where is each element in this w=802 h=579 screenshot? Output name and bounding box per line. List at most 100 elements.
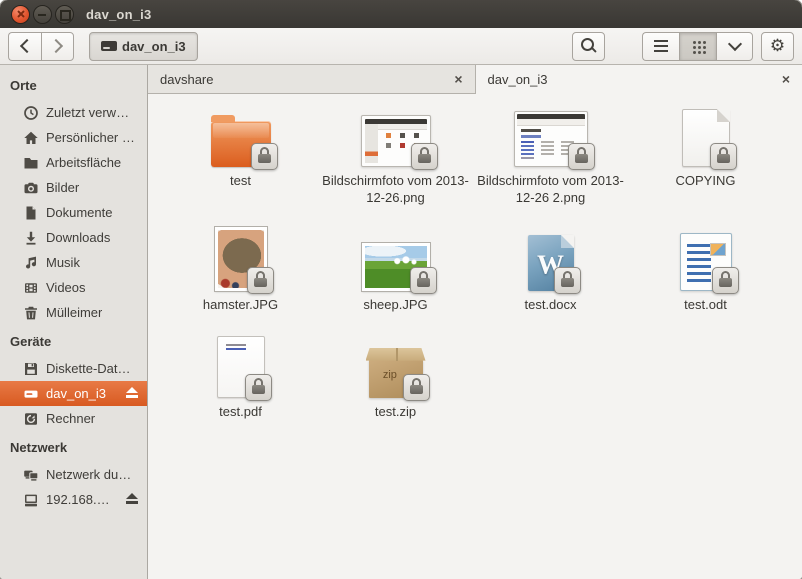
file-item-test-docx[interactable]: W test.docx	[473, 223, 628, 330]
grid-view-button[interactable]	[679, 32, 716, 61]
home-icon	[23, 130, 39, 146]
maximize-window-icon[interactable]	[55, 5, 74, 24]
tab-label: dav_on_i3	[488, 72, 548, 87]
sidebar-section-network: Netzwerk	[0, 431, 147, 462]
sidebar-item-videos[interactable]: Videos	[0, 275, 147, 300]
lock-emblem-icon	[710, 143, 737, 170]
nav-button-group	[8, 32, 74, 61]
back-button[interactable]	[8, 32, 41, 61]
eject-icon[interactable]	[126, 493, 138, 504]
sidebar-item-computer[interactable]: Rechner	[0, 406, 147, 431]
search-icon	[581, 38, 594, 51]
tab-close-icon[interactable]: ×	[782, 72, 790, 86]
lock-emblem-icon	[712, 267, 739, 294]
file-item-copying[interactable]: COPYING	[628, 99, 783, 223]
file-name: test	[230, 173, 251, 190]
sidebar-item-pictures[interactable]: Bilder	[0, 175, 147, 200]
minimize-window-icon[interactable]	[33, 5, 52, 24]
close-window-icon[interactable]	[11, 5, 30, 24]
forward-button[interactable]	[41, 32, 74, 61]
toolbar: dav_on_i3 ⚙	[0, 28, 802, 65]
floppy-icon	[23, 361, 39, 377]
chevron-right-icon	[49, 39, 63, 53]
sidebar-item-floppy[interactable]: Diskette-Dat…	[0, 356, 147, 381]
sidebar-section-places: Orte	[0, 69, 147, 100]
list-view-button[interactable]	[642, 32, 679, 61]
chevron-left-icon	[19, 39, 33, 53]
file-item-screenshot-1[interactable]: Bildschirmfoto vom 2013-12-26.png	[318, 99, 473, 223]
gear-icon: ⚙	[770, 36, 785, 56]
file-item-test-zip[interactable]: zip test.zip	[318, 330, 473, 437]
pathbar-label: dav_on_i3	[122, 39, 186, 54]
lock-emblem-icon	[410, 267, 437, 294]
file-name: test.odt	[684, 297, 727, 314]
camera-icon	[23, 180, 39, 196]
file-item-test-pdf[interactable]: test.pdf	[163, 330, 318, 437]
file-item-hamster-jpg[interactable]: hamster.JPG	[163, 223, 318, 330]
tab-davshare[interactable]: davshare ×	[148, 65, 476, 93]
file-item-sheep-jpg[interactable]: sheep.JPG	[318, 223, 473, 330]
search-button[interactable]	[572, 32, 605, 61]
drive-icon	[101, 41, 117, 51]
file-item-test-odt[interactable]: test.odt	[628, 223, 783, 330]
view-toggle-group	[642, 32, 753, 61]
sidebar-item-music[interactable]: Musik	[0, 250, 147, 275]
lock-emblem-icon	[251, 143, 278, 170]
places-sidebar: Orte Zuletzt verw… Persönlicher … Arbeit…	[0, 65, 148, 579]
folder-icon	[23, 155, 39, 171]
file-item-test-folder[interactable]: test	[163, 99, 318, 223]
pathbar-location-button[interactable]: dav_on_i3	[89, 32, 198, 61]
list-view-icon	[654, 40, 668, 43]
lock-emblem-icon	[247, 267, 274, 294]
lock-emblem-icon	[554, 267, 581, 294]
settings-menu-button[interactable]: ⚙	[761, 32, 794, 61]
file-name: Bildschirmfoto vom 2013-12-26.png	[322, 173, 470, 207]
trash-icon	[23, 305, 39, 321]
file-name: test.zip	[375, 404, 416, 421]
sidebar-item-home[interactable]: Persönlicher …	[0, 125, 147, 150]
chevron-down-icon	[727, 37, 741, 51]
file-grid: test Bildschirmfoto vom 2013-12-26.png	[148, 94, 802, 437]
file-name: Bildschirmfoto vom 2013-12-26 2.png	[477, 173, 625, 207]
file-name: COPYING	[676, 173, 736, 190]
view-options-dropdown-button[interactable]	[716, 32, 753, 61]
tab-dav-on-i3[interactable]: dav_on_i3 ×	[476, 65, 802, 94]
computer-icon	[23, 411, 39, 427]
file-name: test.docx	[524, 297, 576, 314]
lock-emblem-icon	[568, 143, 595, 170]
sidebar-item-downloads[interactable]: Downloads	[0, 225, 147, 250]
network-icon	[23, 467, 39, 483]
content-area: davshare × dav_on_i3 × test	[148, 65, 802, 579]
music-note-icon	[23, 255, 39, 271]
lock-emblem-icon	[245, 374, 272, 401]
eject-icon[interactable]	[126, 387, 138, 398]
document-icon	[23, 205, 39, 221]
titlebar[interactable]: dav_on_i3	[0, 0, 802, 28]
grid-view-icon	[693, 41, 696, 44]
main-area: Orte Zuletzt verw… Persönlicher … Arbeit…	[0, 65, 802, 579]
network-drive-icon	[23, 492, 39, 508]
file-name: test.pdf	[219, 404, 262, 421]
sidebar-item-dav-on-i3[interactable]: dav_on_i3	[0, 381, 147, 406]
tab-bar: davshare × dav_on_i3 ×	[148, 65, 802, 94]
sidebar-item-trash[interactable]: Mülleimer	[0, 300, 147, 325]
sidebar-item-browse-network[interactable]: Netzwerk du…	[0, 462, 147, 487]
download-icon	[23, 230, 39, 246]
sidebar-item-recent[interactable]: Zuletzt verw…	[0, 100, 147, 125]
file-name: sheep.JPG	[363, 297, 427, 314]
sidebar-item-documents[interactable]: Dokumente	[0, 200, 147, 225]
film-icon	[23, 280, 39, 296]
tab-label: davshare	[160, 72, 213, 87]
lock-emblem-icon	[403, 374, 430, 401]
file-manager-window: dav_on_i3 dav_on_i3	[0, 0, 802, 579]
sidebar-item-network-mount[interactable]: 192.168.…	[0, 487, 147, 512]
file-name: hamster.JPG	[203, 297, 278, 314]
sidebar-item-desktop[interactable]: Arbeitsfläche	[0, 150, 147, 175]
clock-icon	[23, 105, 39, 121]
window-title: dav_on_i3	[86, 7, 151, 22]
file-item-screenshot-2[interactable]: Bildschirmfoto vom 2013-12-26 2.png	[473, 99, 628, 223]
harddisk-icon	[23, 386, 39, 402]
tab-close-icon[interactable]: ×	[454, 72, 462, 86]
lock-emblem-icon	[411, 143, 438, 170]
sidebar-section-devices: Geräte	[0, 325, 147, 356]
